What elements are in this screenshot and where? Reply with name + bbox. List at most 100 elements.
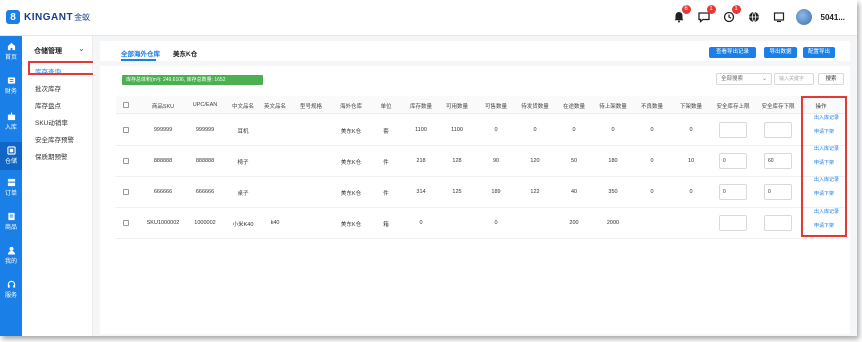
safety-lower-input[interactable]: [764, 215, 792, 231]
safety-upper-input[interactable]: 0: [719, 153, 747, 169]
submenu-item-sku-turnover[interactable]: SKU动销率: [35, 117, 68, 127]
active-tab-indicator: [121, 59, 156, 61]
safety-upper-input[interactable]: [719, 122, 747, 138]
cell-upc: 666666: [195, 189, 215, 195]
cell-warehouse: 美东K仓: [340, 191, 362, 197]
notification-bell-icon[interactable]: 6: [671, 5, 691, 25]
cell-delisted: 10: [687, 158, 695, 164]
cell-in-transit: 0: [572, 127, 576, 133]
col-upc: UPC/EAN: [192, 102, 218, 108]
chevron-down-icon: ⌄: [761, 76, 767, 82]
submenu-item-stocktaking[interactable]: 库存盘点: [35, 100, 61, 110]
nav-home[interactable]: 首页: [0, 42, 22, 61]
main-sidebar: 首页 财务 入库 仓储 订单 商品 我的 服务: [0, 36, 22, 336]
cell-delisted: 0: [689, 127, 693, 133]
inbound-icon: [7, 112, 15, 121]
product-icon: [7, 212, 15, 221]
search-field-select[interactable]: 全部搜索 ⌄: [716, 73, 772, 85]
warehouse-icon: [6, 146, 16, 155]
row-checkbox[interactable]: [123, 127, 129, 133]
col-available: 可用数量: [445, 104, 469, 110]
cell-stock: 0: [419, 220, 423, 226]
nav-label: 服务: [4, 293, 17, 299]
nav-products[interactable]: 商品: [0, 212, 22, 231]
nav-label: 财务: [4, 89, 17, 95]
config-export-button[interactable]: 配置导出: [803, 47, 835, 58]
col-safety-upper: 安全库存上限: [716, 104, 750, 110]
top-bar: 8 KINGANT 金蚁 6 1 1 5041...: [0, 0, 857, 36]
safety-lower-input[interactable]: 0: [764, 184, 792, 200]
submenu-item-safety-stock[interactable]: 安全库存预警: [35, 134, 74, 144]
nav-label: 首页: [4, 55, 17, 61]
cell-unit: 件: [383, 191, 389, 197]
cell-unit: 件: [383, 160, 389, 166]
fullscreen-icon[interactable]: [771, 9, 787, 25]
chevron-down-icon[interactable]: ⌄: [78, 44, 85, 53]
inventory-summary-banner: 库存总体积(m³): 249.6106, 库存总数量: 1652: [122, 75, 263, 85]
cell-sku: 999999: [153, 127, 173, 133]
notification-badge: 6: [681, 5, 691, 14]
nav-profile[interactable]: 我的: [0, 246, 22, 265]
submenu-item-batch-inventory[interactable]: 批次库存: [35, 83, 61, 93]
col-model: 型号规格: [299, 104, 323, 110]
nav-warehouse[interactable]: 仓储: [0, 142, 22, 170]
tab-all-warehouses[interactable]: 全部海外仓库: [121, 48, 160, 58]
submenu-item-expiry-warning[interactable]: 保质期预警: [35, 151, 68, 161]
headset-icon: [7, 280, 15, 288]
cell-available: 128: [452, 158, 462, 164]
row-checkbox[interactable]: [123, 189, 129, 195]
nav-orders[interactable]: 订单: [0, 178, 22, 197]
safety-lower-input[interactable]: 60: [764, 153, 792, 169]
cell-warehouse: 美东K仓: [340, 129, 362, 135]
cell-sku: 666666: [153, 189, 173, 195]
row-checkbox[interactable]: [123, 158, 129, 164]
cell-sellable: 0: [494, 127, 498, 133]
header-actions: 6 1 1 5041...: [671, 5, 845, 25]
cell-pending-ship: 122: [530, 189, 540, 195]
search-button[interactable]: 搜索: [818, 73, 844, 85]
cell-sellable: 90: [492, 158, 500, 164]
table-row: SKU1000002 1000002 小米K40 k40 美东K仓 箱 0 0 …: [116, 208, 846, 239]
cell-to-shelve: 0: [611, 127, 615, 133]
cell-in-transit: 40: [570, 189, 578, 195]
col-stock: 库存数量: [409, 104, 433, 110]
table-row: 999999 999999 耳机 美东K仓 套 1100 1100 0 0 0 …: [116, 115, 846, 146]
row-checkbox[interactable]: [123, 220, 129, 226]
tab-us-east-k[interactable]: 美东K仓: [173, 48, 197, 58]
cell-to-shelve: 2000: [606, 220, 620, 226]
brand-logo[interactable]: 8 KINGANT 金蚁: [6, 10, 90, 24]
safety-upper-input[interactable]: [719, 215, 747, 231]
task-badge: 1: [731, 5, 741, 14]
col-warehouse: 海外仓库: [339, 104, 363, 110]
cell-delisted: 0: [689, 189, 693, 195]
col-defective: 不良数量: [640, 104, 664, 110]
col-en-name: 英文品名: [263, 104, 287, 110]
nav-service[interactable]: 服务: [0, 280, 22, 299]
col-to-shelve: 待上架数量: [599, 104, 627, 110]
globe-icon[interactable]: [746, 9, 762, 25]
message-icon[interactable]: 1: [696, 5, 716, 25]
cell-warehouse: 美东K仓: [340, 160, 362, 166]
nav-label: 仓储: [4, 159, 17, 165]
message-badge: 1: [706, 5, 716, 14]
safety-lower-input[interactable]: [764, 122, 792, 138]
safety-upper-input[interactable]: 0: [719, 184, 747, 200]
cell-defective: 0: [650, 127, 654, 133]
nav-inbound[interactable]: 入库: [0, 112, 22, 131]
finance-icon: [7, 77, 15, 84]
user-avatar[interactable]: [795, 9, 812, 25]
logo-cn: 金蚁: [74, 12, 91, 22]
select-all-checkbox[interactable]: [123, 102, 129, 108]
cell-en-name: k40: [270, 220, 280, 226]
task-icon[interactable]: 1: [721, 5, 741, 25]
nav-finance[interactable]: 财务: [0, 76, 22, 95]
search-input[interactable]: 输入关键字: [774, 73, 814, 85]
col-sku: 商品SKU: [151, 104, 175, 110]
username[interactable]: 5041...: [821, 13, 845, 22]
export-button[interactable]: 导出数据: [764, 47, 797, 58]
warehouse-submenu: 仓储管理 ⌄ 库存查询 批次库存 库存盘点 SKU动销率 安全库存预警 保质期预…: [22, 36, 102, 336]
submenu-title[interactable]: 仓储管理: [34, 46, 62, 56]
cell-cn-name: 桌子: [237, 191, 249, 197]
cell-to-shelve: 180: [608, 158, 618, 164]
export-records-button[interactable]: 查看导出记录: [709, 47, 756, 58]
